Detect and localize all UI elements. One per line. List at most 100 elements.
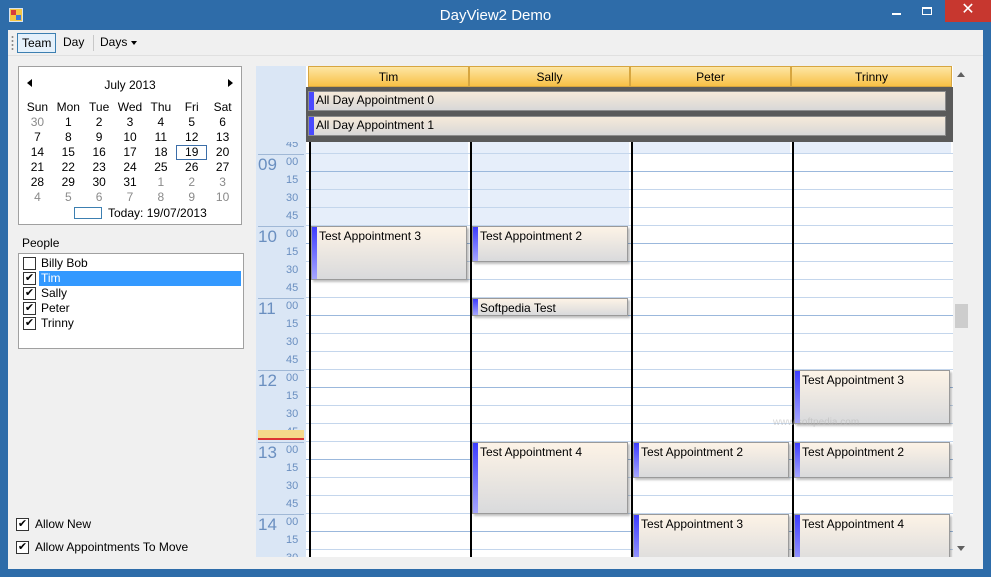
calendar-day[interactable]: 10 (207, 190, 238, 205)
next-month-icon[interactable] (228, 79, 233, 87)
all-day-appointment[interactable]: All Day Appointment 1 (308, 116, 946, 136)
appointment[interactable]: Test Appointment 3 (311, 226, 467, 280)
slot-divider (306, 495, 953, 496)
column-header-peter[interactable]: Peter (630, 66, 791, 87)
calendar-day[interactable]: 11 (145, 130, 176, 145)
day-view-button[interactable]: Day (59, 33, 88, 53)
calendar-day[interactable]: 30 (84, 175, 115, 190)
calendar-day[interactable]: 7 (22, 130, 53, 145)
person-checkbox[interactable]: ✔ (23, 317, 36, 330)
calendar-day[interactable]: 10 (115, 130, 146, 145)
all-day-appointment[interactable]: All Day Appointment 0 (308, 91, 946, 111)
calendar-day[interactable]: 3 (207, 175, 238, 190)
scroll-down-icon[interactable] (957, 546, 965, 551)
calendar-day[interactable]: 4 (22, 190, 53, 205)
today-link[interactable]: Today: 19/07/2013 (108, 206, 207, 220)
person-item[interactable]: ✔ Tim (21, 271, 241, 286)
appointment[interactable]: Test Appointment 4 (794, 514, 950, 557)
day-view[interactable]: All Day Appointment 0 All Day Appointment… (256, 66, 953, 557)
hour-label: 14 (258, 515, 277, 534)
calendar-day[interactable]: 5 (53, 190, 84, 205)
maximize-button[interactable] (912, 0, 942, 22)
column-header-sally[interactable]: Sally (469, 66, 630, 87)
calendar-day[interactable]: 26 (176, 160, 207, 175)
slot-divider (306, 333, 953, 334)
person-checkbox[interactable]: ✔ (23, 272, 36, 285)
person-item[interactable]: ✔ Trinny (21, 316, 241, 331)
appointment[interactable]: Test Appointment 2 (472, 226, 628, 262)
calendar-day[interactable]: 6 (207, 115, 238, 130)
all-day-area[interactable]: All Day Appointment 0 All Day Appointment… (306, 87, 953, 142)
calendar-day[interactable]: 18 (145, 145, 176, 160)
calendar-day[interactable]: 31 (115, 175, 146, 190)
calendar-day[interactable]: 23 (84, 160, 115, 175)
calendar-day[interactable]: 22 (53, 160, 84, 175)
calendar-day[interactable]: 19 (176, 145, 208, 160)
scroll-up-icon[interactable] (957, 72, 965, 77)
calendar-day[interactable]: 1 (53, 115, 84, 130)
calendar-day[interactable]: 24 (115, 160, 146, 175)
person-checkbox[interactable]: ✔ (23, 287, 36, 300)
calendar-day[interactable]: 2 (84, 115, 115, 130)
scroll-thumb[interactable] (955, 304, 968, 328)
checkbox-box[interactable]: ✔ (16, 518, 29, 531)
person-item[interactable]: Billy Bob (21, 256, 241, 271)
calendar-day[interactable]: 15 (53, 145, 84, 160)
time-grid[interactable]: 45 09 00 15 30 45 10 00 15 30 45 11 00 15 30 45 12 00 15 30… (256, 142, 953, 557)
calendar-day[interactable]: 21 (22, 160, 53, 175)
calendar-day[interactable]: 27 (207, 160, 238, 175)
calendar-day[interactable]: 8 (145, 190, 176, 205)
column-header-trinny[interactable]: Trinny (791, 66, 952, 87)
people-checklist[interactable]: Billy Bob ✔ Tim ✔ Sally ✔ Peter ✔ Trinny (18, 253, 244, 349)
weekday-label: Sun (26, 100, 49, 114)
calendar-day[interactable]: 8 (53, 130, 84, 145)
days-dropdown-button[interactable]: Days (96, 33, 141, 53)
calendar-day[interactable]: 30 (22, 115, 53, 130)
calendar-month-title[interactable]: July 2013 (19, 78, 241, 92)
hour-label: 13 (258, 443, 277, 462)
checkbox-box[interactable]: ✔ (16, 541, 29, 554)
vertical-scrollbar[interactable] (953, 66, 970, 557)
calendar-day[interactable]: 13 (207, 130, 238, 145)
calendar-day[interactable]: 4 (145, 115, 176, 130)
appointment[interactable]: Test Appointment 2 (633, 442, 789, 478)
calendar-day[interactable]: 6 (84, 190, 115, 205)
minute-label: 45 (286, 354, 299, 366)
minute-label: 45 (286, 142, 299, 150)
calendar-day[interactable]: 16 (84, 145, 115, 160)
appointment[interactable]: Test Appointment 3 (633, 514, 789, 557)
appointment[interactable]: Test Appointment 2 (794, 442, 950, 478)
column-header-tim[interactable]: Tim (308, 66, 469, 87)
person-item[interactable]: ✔ Sally (21, 286, 241, 301)
calendar-day[interactable]: 17 (115, 145, 146, 160)
team-view-button[interactable]: Team (17, 33, 57, 53)
calendar-day[interactable]: 28 (22, 175, 53, 190)
person-checkbox[interactable]: ✔ (23, 302, 36, 315)
calendar-day[interactable]: 29 (53, 175, 84, 190)
appointment[interactable]: Test Appointment 3 (794, 370, 950, 424)
slot-divider (306, 207, 953, 208)
close-button[interactable]: ✕ (945, 0, 991, 22)
calendar-day[interactable]: 5 (176, 115, 207, 130)
calendar-day[interactable]: 2 (176, 175, 207, 190)
appointment[interactable]: Softpedia Test (472, 298, 628, 316)
month-calendar[interactable]: July 2013 Sun Mon Tue Wed Thu Fri Sat 30 1 2 3 4 5 6 7… (18, 66, 242, 225)
calendar-day[interactable]: 12 (176, 130, 207, 145)
minimize-button[interactable] (880, 0, 912, 22)
calendar-day[interactable]: 9 (84, 130, 115, 145)
calendar-day[interactable]: 25 (145, 160, 176, 175)
person-checkbox[interactable] (23, 257, 36, 270)
person-item[interactable]: ✔ Peter (21, 301, 241, 316)
calendar-day[interactable]: 3 (115, 115, 146, 130)
calendar-day[interactable]: 9 (176, 190, 207, 205)
calendar-day[interactable]: 20 (207, 145, 238, 160)
appointment[interactable]: Test Appointment 4 (472, 442, 628, 514)
title-bar[interactable]: DayView2 Demo ✕ (0, 0, 991, 30)
calendar-day[interactable]: 7 (115, 190, 146, 205)
calendar-day[interactable]: 14 (22, 145, 53, 160)
calendar-week-row: 28 29 30 31 1 2 3 (22, 175, 238, 190)
hour-divider (258, 442, 304, 443)
minute-label: 45 (286, 282, 299, 294)
calendar-day[interactable]: 1 (145, 175, 176, 190)
toolbar-grip-icon[interactable] (11, 35, 14, 51)
